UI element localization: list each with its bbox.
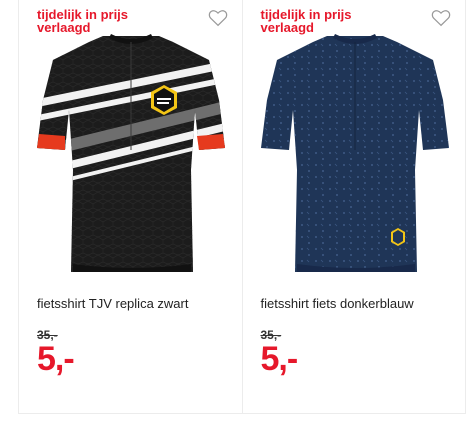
product-card[interactable]: tijdelijk in prijs verlaagd xyxy=(19,0,243,413)
product-card[interactable]: tijdelijk in prijs verlaagd xyxy=(243,0,466,413)
product-title[interactable]: fietsshirt fiets donkerblauw xyxy=(261,296,414,311)
new-price: 5,- xyxy=(260,340,299,378)
heart-outline-icon[interactable] xyxy=(431,9,451,27)
product-title[interactable]: fietsshirt TJV replica zwart xyxy=(37,296,188,311)
new-price: 5,- xyxy=(37,340,75,378)
heart-outline-icon[interactable] xyxy=(208,9,228,27)
product-image-black-jersey[interactable] xyxy=(33,30,229,280)
product-image-navy-jersey[interactable] xyxy=(257,30,453,280)
product-grid: tijdelijk in prijs verlaagd fietsshirt T… xyxy=(18,0,466,414)
